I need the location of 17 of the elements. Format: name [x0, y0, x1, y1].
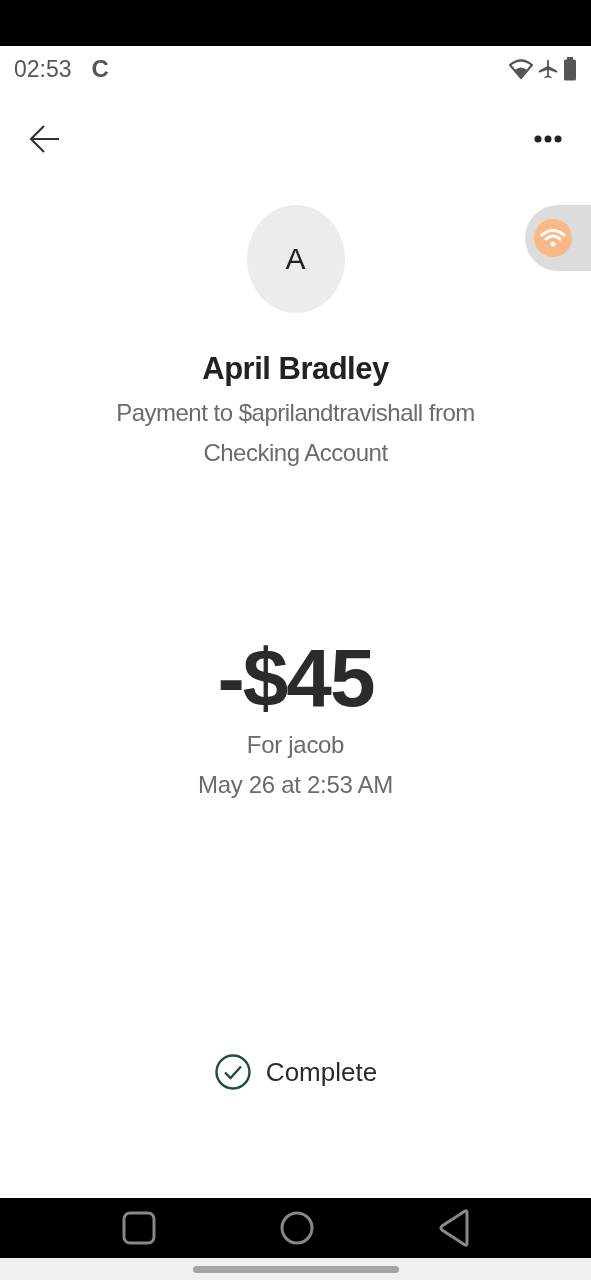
back-nav-icon[interactable] — [438, 1208, 469, 1248]
recipient-name: April Bradley — [202, 351, 389, 387]
avatar: A — [246, 205, 345, 313]
carrier-letter: C — [91, 55, 109, 83]
more-options-button[interactable] — [533, 133, 563, 144]
payment-note: For jacob — [246, 730, 345, 760]
status-label: Complete — [265, 1056, 378, 1088]
recents-icon[interactable] — [122, 1211, 157, 1245]
payment-description: Payment to $aprilandtravishall from Checking Account — [115, 398, 476, 468]
wifi-icon — [533, 218, 573, 258]
status-time: 02:53 — [14, 55, 72, 83]
wifi-icon — [509, 59, 533, 79]
home-icon[interactable] — [280, 1211, 315, 1245]
payment-date: May 26 at 2:53 AM — [198, 770, 393, 800]
battery-icon — [563, 57, 577, 81]
payment-amount: -$45 — [217, 631, 374, 725]
airplane-icon — [537, 58, 559, 80]
